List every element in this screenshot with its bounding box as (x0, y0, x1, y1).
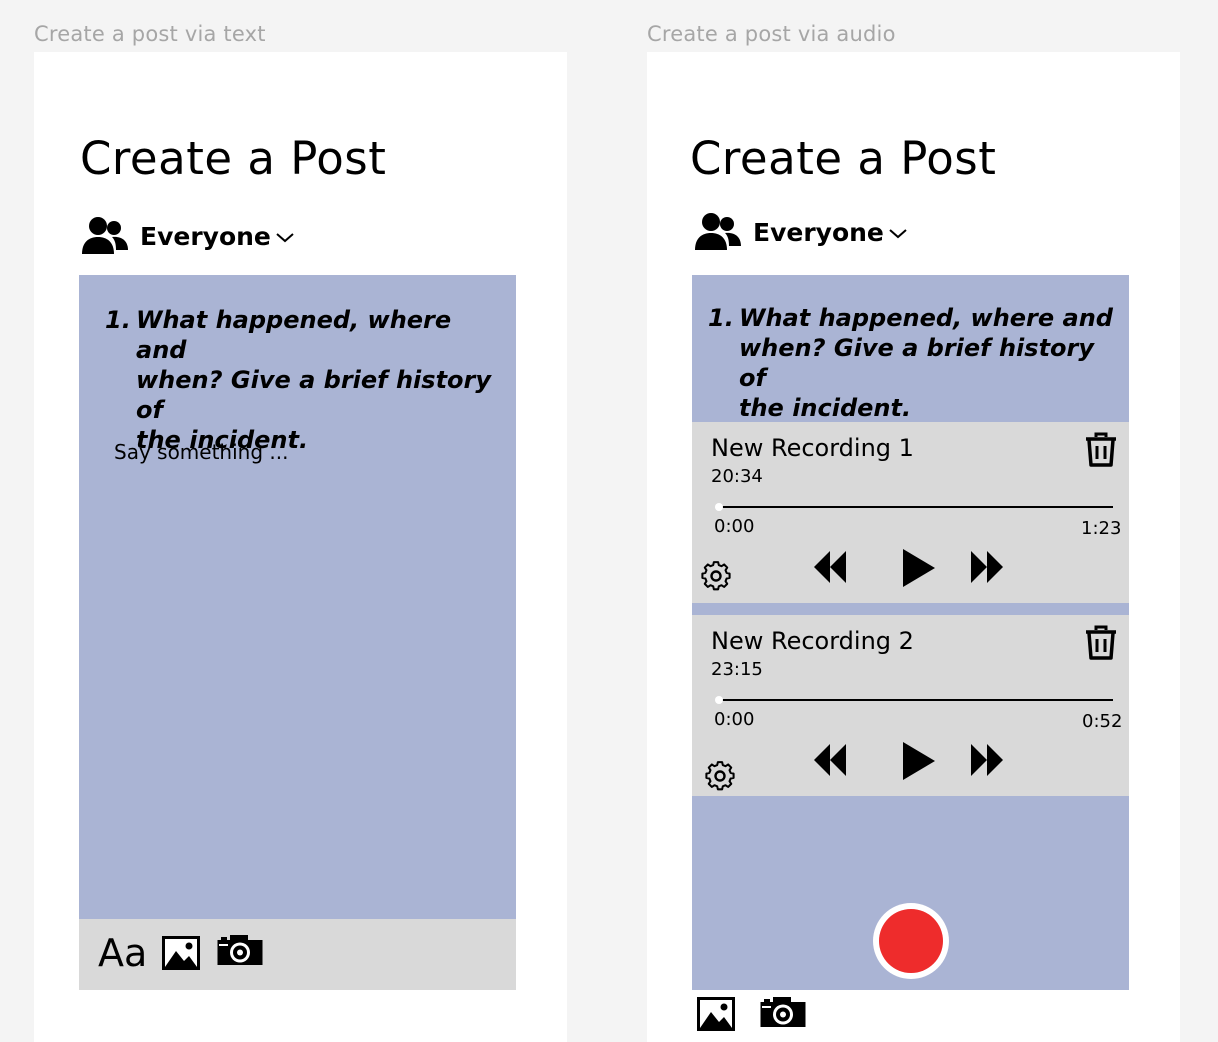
question-line: when? Give a brief history of (136, 366, 492, 424)
create-post-text-screen: Create a Post Everyone 1. What happened,… (34, 52, 567, 1042)
create-post-audio-screen: Create a Post Everyone 1. What happened,… (647, 52, 1180, 1042)
prompt-question: 1. What happened, where and when? Give a… (708, 303, 1118, 422)
playback-scrubber[interactable] (718, 506, 1113, 508)
post-editor-card: 1. What happened, where and when? Give a… (79, 275, 516, 920)
recording-date: 20:34 (711, 466, 763, 487)
recording-date: 23:15 (711, 659, 763, 680)
rewind-button[interactable] (812, 742, 848, 778)
camera-icon[interactable] (216, 933, 264, 967)
playback-position: 0:00 (714, 516, 755, 537)
question-line: What happened, where and (136, 306, 452, 364)
chevron-down-icon (275, 232, 295, 244)
chevron-down-icon (888, 228, 908, 240)
playback-position: 0:00 (714, 709, 755, 730)
gear-icon[interactable] (704, 760, 736, 792)
editor-toolbar: Aa (79, 919, 516, 990)
page-title: Create a Post (80, 132, 387, 185)
question-line: the incident. (739, 394, 912, 422)
recording-title: New Recording 1 (711, 434, 914, 462)
scrubber-handle[interactable] (715, 696, 723, 704)
people-icon (695, 212, 741, 252)
camera-icon[interactable] (759, 995, 807, 1029)
fast-forward-button[interactable] (969, 549, 1005, 585)
frame-label-audio: Create a post via audio (647, 22, 896, 46)
audience-selector[interactable]: Everyone (695, 212, 908, 252)
record-icon (879, 909, 943, 973)
image-icon[interactable] (162, 936, 200, 970)
people-icon (82, 216, 128, 256)
image-icon[interactable] (697, 997, 735, 1031)
question-number: 1. (105, 306, 131, 334)
audience-selector[interactable]: Everyone (82, 216, 295, 256)
play-button[interactable] (901, 548, 937, 588)
trash-icon[interactable] (1085, 432, 1117, 468)
prompt-question: 1. What happened, where and when? Give a… (105, 305, 505, 454)
audience-label: Everyone (753, 217, 884, 247)
record-button[interactable] (873, 903, 949, 979)
gear-icon[interactable] (700, 560, 732, 592)
recording-duration: 0:52 (1082, 711, 1123, 732)
text-format-button[interactable]: Aa (98, 931, 147, 975)
scrubber-handle[interactable] (715, 503, 723, 511)
post-text-input[interactable]: Say something ... (114, 440, 494, 900)
playback-scrubber[interactable] (718, 699, 1113, 701)
audience-label: Everyone (140, 221, 271, 251)
question-line: What happened, where and (739, 304, 1113, 332)
recording-card: New Recording 1 20:34 0:00 1:23 (692, 422, 1129, 603)
recording-title: New Recording 2 (711, 627, 914, 655)
frame-label-text: Create a post via text (34, 22, 266, 46)
recording-card: New Recording 2 23:15 0:00 0:52 (692, 615, 1129, 796)
question-number: 1. (708, 304, 734, 332)
rewind-button[interactable] (812, 549, 848, 585)
recording-duration: 1:23 (1081, 518, 1122, 539)
trash-icon[interactable] (1085, 625, 1117, 661)
fast-forward-button[interactable] (969, 742, 1005, 778)
question-line: when? Give a brief history of (739, 334, 1095, 392)
page-title: Create a Post (690, 132, 997, 185)
play-button[interactable] (901, 741, 937, 781)
audio-post-card: 1. What happened, where and when? Give a… (692, 275, 1129, 990)
